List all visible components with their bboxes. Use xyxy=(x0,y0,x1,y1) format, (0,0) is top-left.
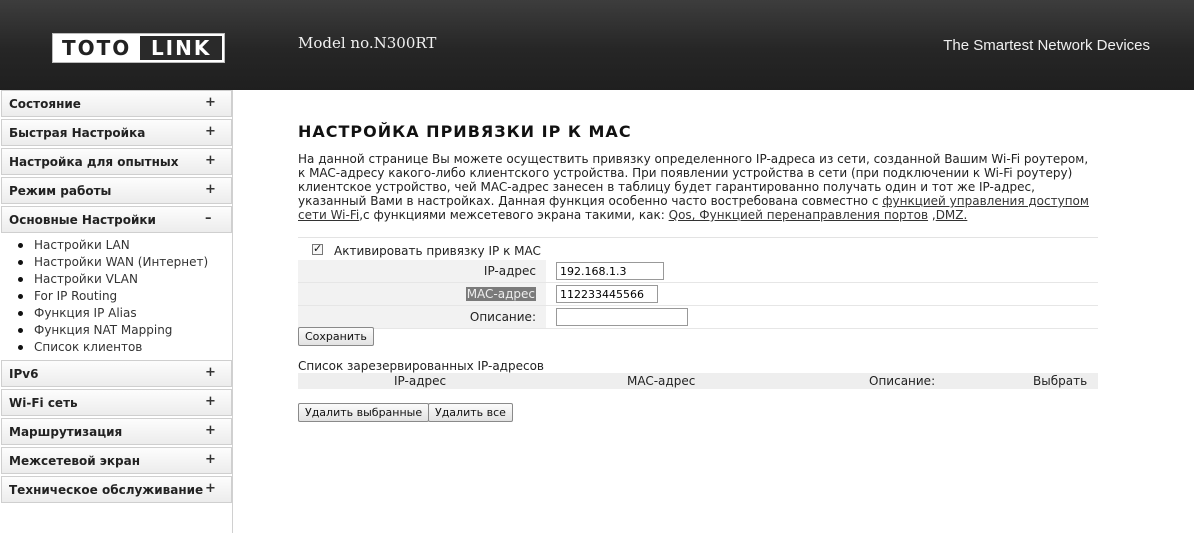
description-separator: , xyxy=(928,208,936,222)
delete-selected-button[interactable]: Удалить выбранные xyxy=(298,403,430,422)
column-mac-address: MAC-адрес xyxy=(627,374,696,388)
submenu-label: Настройки VLAN xyxy=(34,272,138,286)
menu-routing[interactable]: Маршрутизация + xyxy=(1,418,232,445)
ip-label: IP-адрес xyxy=(298,260,546,283)
page-description: На данной странице Вы можете осуществить… xyxy=(298,152,1093,222)
submenu-label: Список клиентов xyxy=(34,340,143,354)
sidebar-menu: Состояние + Быстрая Настройка + Настройк… xyxy=(1,90,233,533)
column-ip-address: IP-адрес xyxy=(394,374,447,388)
bullet-icon xyxy=(18,294,23,299)
expand-icon: + xyxy=(205,95,216,110)
menu-label: Маршрутизация xyxy=(9,425,123,439)
header-bar: TOTO LINK Model no.N300RT The Smartest N… xyxy=(0,0,1194,90)
submenu-item-lan[interactable]: Настройки LAN xyxy=(1,237,232,254)
expand-icon: + xyxy=(205,365,216,380)
submenu-item-vlan[interactable]: Настройки VLAN xyxy=(1,271,232,288)
menu-label: Состояние xyxy=(9,97,81,111)
mac-label: MAC-адрес xyxy=(465,287,536,301)
submenu-label: For IP Routing xyxy=(34,289,118,303)
enable-binding-label: Активировать привязку IP к MAC xyxy=(334,244,541,258)
submenu-label: Функция NAT Mapping xyxy=(34,323,173,337)
bullet-icon xyxy=(18,243,23,248)
binding-form: IP-адрес MAC-адрес Описание: xyxy=(298,260,1098,329)
page-title: НАСТРОЙКА ПРИВЯЗКИ IP К MAC xyxy=(298,122,632,141)
menu-label: Техническое обслуживание xyxy=(9,483,204,497)
reserved-list-header: IP-адрес MAC-адрес Описание: Выбрать xyxy=(298,373,1098,389)
logo-text-link: LINK xyxy=(140,36,222,60)
logo-text-toto: TOTO xyxy=(62,36,132,60)
menu-wifi[interactable]: Wi-Fi сеть + xyxy=(1,389,232,416)
submenu-item-nat-mapping[interactable]: Функция NAT Mapping xyxy=(1,322,232,339)
bullet-icon xyxy=(18,260,23,265)
mac-address-input[interactable] xyxy=(556,285,658,303)
bullet-icon xyxy=(18,311,23,316)
menu-label: Межсетевой экран xyxy=(9,454,141,468)
tagline: The Smartest Network Devices xyxy=(943,37,1150,54)
expand-icon: + xyxy=(205,452,216,467)
bullet-icon xyxy=(18,328,23,333)
reserved-list-title: Список зарезервированных IP-адресов xyxy=(298,359,544,373)
bullet-icon xyxy=(18,277,23,282)
main-content: НАСТРОЙКА ПРИВЯЗКИ IP К MAC На данной ст… xyxy=(233,90,1194,533)
description-input[interactable] xyxy=(556,308,688,326)
menu-label: Настройка для опытных xyxy=(9,155,179,169)
menu-operation-mode[interactable]: Режим работы + xyxy=(1,177,232,204)
basic-settings-submenu: Настройки LAN Настройки WAN (Интернет) Н… xyxy=(1,235,232,360)
expand-icon: + xyxy=(205,423,216,438)
menu-label: Быстрая Настройка xyxy=(9,126,146,140)
column-select: Выбрать xyxy=(1033,374,1088,388)
menu-maintenance[interactable]: Техническое обслуживание + xyxy=(1,476,232,503)
expand-icon: + xyxy=(205,182,216,197)
expand-icon: + xyxy=(205,394,216,409)
menu-quick-setup[interactable]: Быстрая Настройка + xyxy=(1,119,232,146)
description-text-mid: ,с функциями межсетевого экрана такими, … xyxy=(359,208,669,222)
ip-row: IP-адрес xyxy=(298,260,1098,283)
menu-label: Основные Настройки xyxy=(9,213,156,227)
collapse-icon: – xyxy=(205,211,212,226)
link-qos-port-forwarding[interactable]: Qos, Функцией перенаправления портов xyxy=(669,208,928,222)
save-button[interactable]: Сохранить xyxy=(298,327,374,346)
mac-row: MAC-адрес xyxy=(298,282,1098,306)
menu-label: Режим работы xyxy=(9,184,112,198)
submenu-label: Настройки WAN (Интернет) xyxy=(34,255,209,269)
expand-icon: + xyxy=(205,481,216,496)
menu-label: Wi-Fi сеть xyxy=(9,396,78,410)
menu-status[interactable]: Состояние + xyxy=(1,90,232,117)
menu-ipv6[interactable]: IPv6 + xyxy=(1,360,232,387)
menu-firewall[interactable]: Межсетевой экран + xyxy=(1,447,232,474)
description-label: Описание: xyxy=(298,305,546,329)
submenu-label: Функция IP Alias xyxy=(34,306,137,320)
menu-basic-settings[interactable]: Основные Настройки – xyxy=(1,206,232,233)
submenu-item-ip-routing[interactable]: For IP Routing xyxy=(1,288,232,305)
submenu-item-ip-alias[interactable]: Функция IP Alias xyxy=(1,305,232,322)
submenu-item-client-list[interactable]: Список клиентов xyxy=(1,339,232,356)
expand-icon: + xyxy=(205,124,216,139)
link-dmz[interactable]: DMZ. xyxy=(936,208,968,222)
ip-address-input[interactable] xyxy=(556,262,664,280)
menu-label: IPv6 xyxy=(9,367,39,381)
model-number: Model no.N300RT xyxy=(298,34,437,52)
submenu-item-wan[interactable]: Настройки WAN (Интернет) xyxy=(1,254,232,271)
description-row: Описание: xyxy=(298,305,1098,329)
bullet-icon xyxy=(18,345,23,350)
totolink-logo: TOTO LINK xyxy=(52,33,225,63)
delete-all-button[interactable]: Удалить все xyxy=(428,403,513,422)
menu-advanced-setup[interactable]: Настройка для опытных + xyxy=(1,148,232,175)
expand-icon: + xyxy=(205,153,216,168)
enable-binding-checkbox[interactable] xyxy=(312,242,323,255)
submenu-label: Настройки LAN xyxy=(34,238,130,252)
enable-binding-row: Активировать привязку IP к MAC xyxy=(298,237,1098,261)
column-description: Описание: xyxy=(869,374,936,388)
